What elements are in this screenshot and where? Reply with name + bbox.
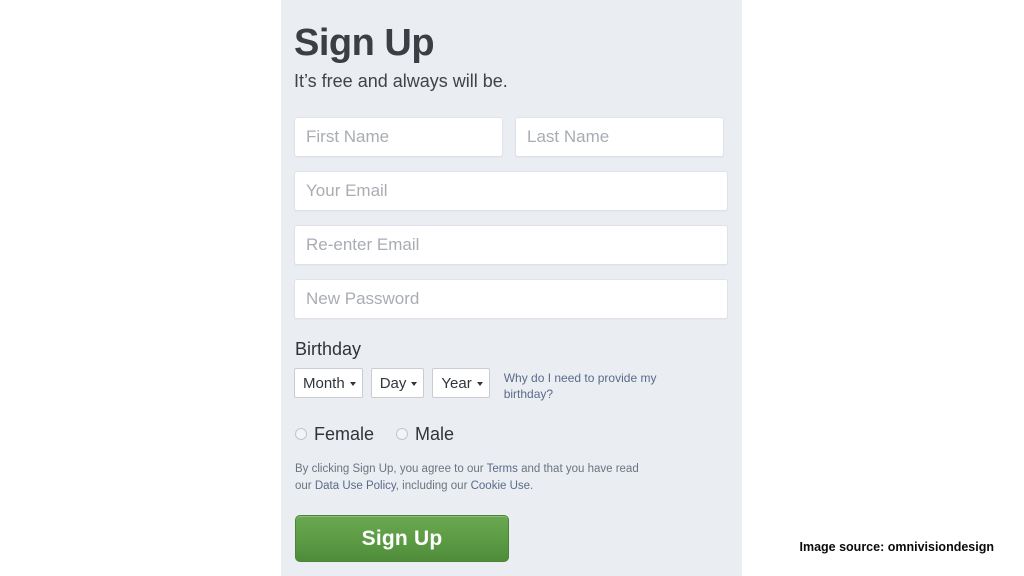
- legal-text-part1: By clicking Sign Up, you agree to our: [295, 462, 487, 475]
- legal-text-part3: , including our: [395, 480, 471, 493]
- chevron-down-icon: [349, 382, 356, 387]
- birthday-month-select[interactable]: Month: [294, 368, 363, 399]
- birthday-year-value: Year: [441, 374, 472, 392]
- new-password-input[interactable]: [294, 279, 728, 320]
- gender-male-label: Male: [415, 423, 455, 444]
- page-title: Sign Up: [294, 22, 435, 64]
- birthday-label: Birthday: [295, 339, 362, 360]
- last-name-input[interactable]: [515, 117, 724, 158]
- radio-circle-icon: [295, 428, 307, 441]
- first-name-input[interactable]: [294, 117, 503, 158]
- image-source-attribution: Image source: omnivisiondesign: [799, 540, 995, 554]
- birthday-month-value: Month: [303, 374, 345, 392]
- birthday-year-select[interactable]: Year: [432, 368, 490, 399]
- gender-row: Female Male: [295, 424, 729, 445]
- sign-up-button-label: Sign Up: [361, 526, 443, 550]
- gender-radio-female[interactable]: Female: [295, 424, 374, 445]
- birthday-day-select[interactable]: Day: [370, 368, 425, 399]
- radio-circle-icon: [396, 428, 409, 441]
- email-input[interactable]: [294, 171, 728, 212]
- reenter-email-input[interactable]: [294, 225, 728, 266]
- signup-panel: Sign Up It’s free and always will be. Bi…: [281, 0, 742, 576]
- birthday-row: Month Day Year Why do I need to provide …: [294, 368, 729, 402]
- gender-radio-male[interactable]: Male: [396, 424, 454, 445]
- cookie-use-link[interactable]: Cookie Use: [471, 480, 530, 492]
- terms-link[interactable]: Terms: [487, 463, 518, 475]
- page-subtitle: It’s free and always will be.: [294, 70, 508, 91]
- legal-text: By clicking Sign Up, you agree to our Te…: [295, 461, 645, 497]
- gender-female-label: Female: [314, 423, 375, 444]
- birthday-help-link[interactable]: Why do I need to provide my birthday?: [504, 370, 669, 402]
- name-field-row: [294, 117, 729, 158]
- sign-up-button[interactable]: Sign Up: [295, 515, 509, 563]
- chevron-down-icon: [411, 382, 418, 387]
- chevron-down-icon: [476, 382, 483, 387]
- legal-text-part4: .: [530, 480, 534, 493]
- data-use-policy-link[interactable]: Data Use Policy: [315, 480, 396, 492]
- birthday-day-value: Day: [379, 374, 407, 392]
